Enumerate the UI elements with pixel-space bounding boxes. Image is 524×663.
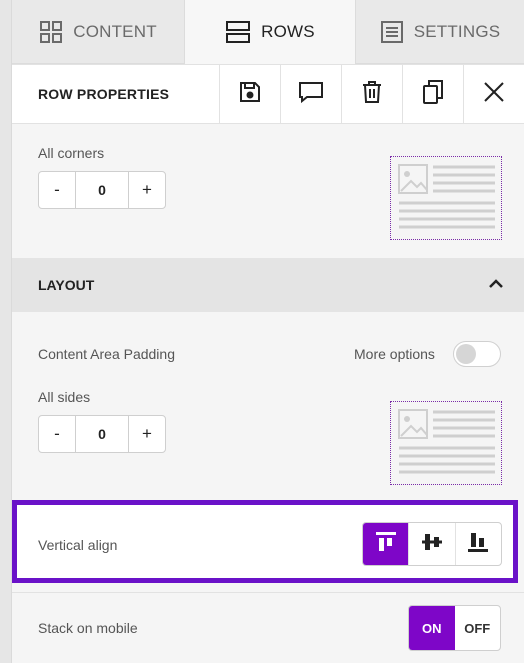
corners-decrement-button[interactable]: - [39,172,75,208]
close-button[interactable] [463,65,524,123]
rows-icon [225,20,251,44]
section-divider [12,592,524,593]
layout-section-header[interactable]: LAYOUT [12,258,524,312]
close-icon [483,81,505,108]
tab-content[interactable]: CONTENT [12,0,184,64]
corners-value[interactable]: 0 [75,172,129,208]
padding-preview [390,401,502,485]
tab-rows[interactable]: ROWS [184,0,356,64]
align-top-icon [375,531,397,558]
trash-icon [361,80,383,109]
stack-on-mobile-label: Stack on mobile [38,620,138,636]
tab-settings[interactable]: SETTINGS [356,0,524,64]
align-bottom-icon [467,531,489,558]
stack-on-mobile-switch: ON OFF [408,605,501,651]
corners-stepper: - 0 + [38,171,166,209]
vertical-align-label: Vertical align [38,537,118,553]
duplicate-button[interactable] [402,65,463,123]
chevron-up-icon [488,276,504,294]
tab-content-label: CONTENT [73,21,157,41]
settings-list-icon [380,20,404,44]
padding-value[interactable]: 0 [75,416,129,452]
more-options-toggle[interactable] [453,341,501,367]
collapse-button[interactable] [468,276,524,294]
comment-icon [298,80,324,109]
duplicate-icon [421,79,445,110]
padding-stepper: - 0 + [38,415,166,453]
stack-on-button[interactable]: ON [409,606,455,650]
layout-title: LAYOUT [38,277,95,293]
grid-icon [39,20,63,44]
corners-preview [390,156,502,240]
align-bottom-button[interactable] [454,523,501,565]
comment-button[interactable] [280,65,341,123]
vertical-align-group [362,522,502,566]
save-icon [238,80,262,109]
toggle-knob [456,344,476,364]
padding-increment-button[interactable]: + [129,416,165,452]
align-top-button[interactable] [363,523,409,565]
padding-decrement-button[interactable]: - [39,416,75,452]
row-properties-header: ROW PROPERTIES [12,64,524,124]
stack-off-button[interactable]: OFF [455,606,501,650]
all-corners-label: All corners [38,145,105,161]
save-button[interactable] [219,65,280,123]
content-area-padding-label: Content Area Padding [38,346,175,362]
more-options-label: More options [354,346,435,362]
delete-button[interactable] [341,65,402,123]
align-middle-button[interactable] [408,523,454,565]
row-properties-title: ROW PROPERTIES [38,86,170,102]
content-preview-icon [398,409,495,474]
tab-settings-label: SETTINGS [413,21,501,41]
tab-bar: CONTENT ROWS SETTINGS [12,0,524,64]
content-preview-icon [398,164,495,229]
all-sides-label: All sides [38,389,91,405]
tab-rows-label: ROWS [261,22,315,41]
left-panel-edge [0,0,12,663]
corners-increment-button[interactable]: + [129,172,165,208]
align-middle-icon [421,531,443,558]
